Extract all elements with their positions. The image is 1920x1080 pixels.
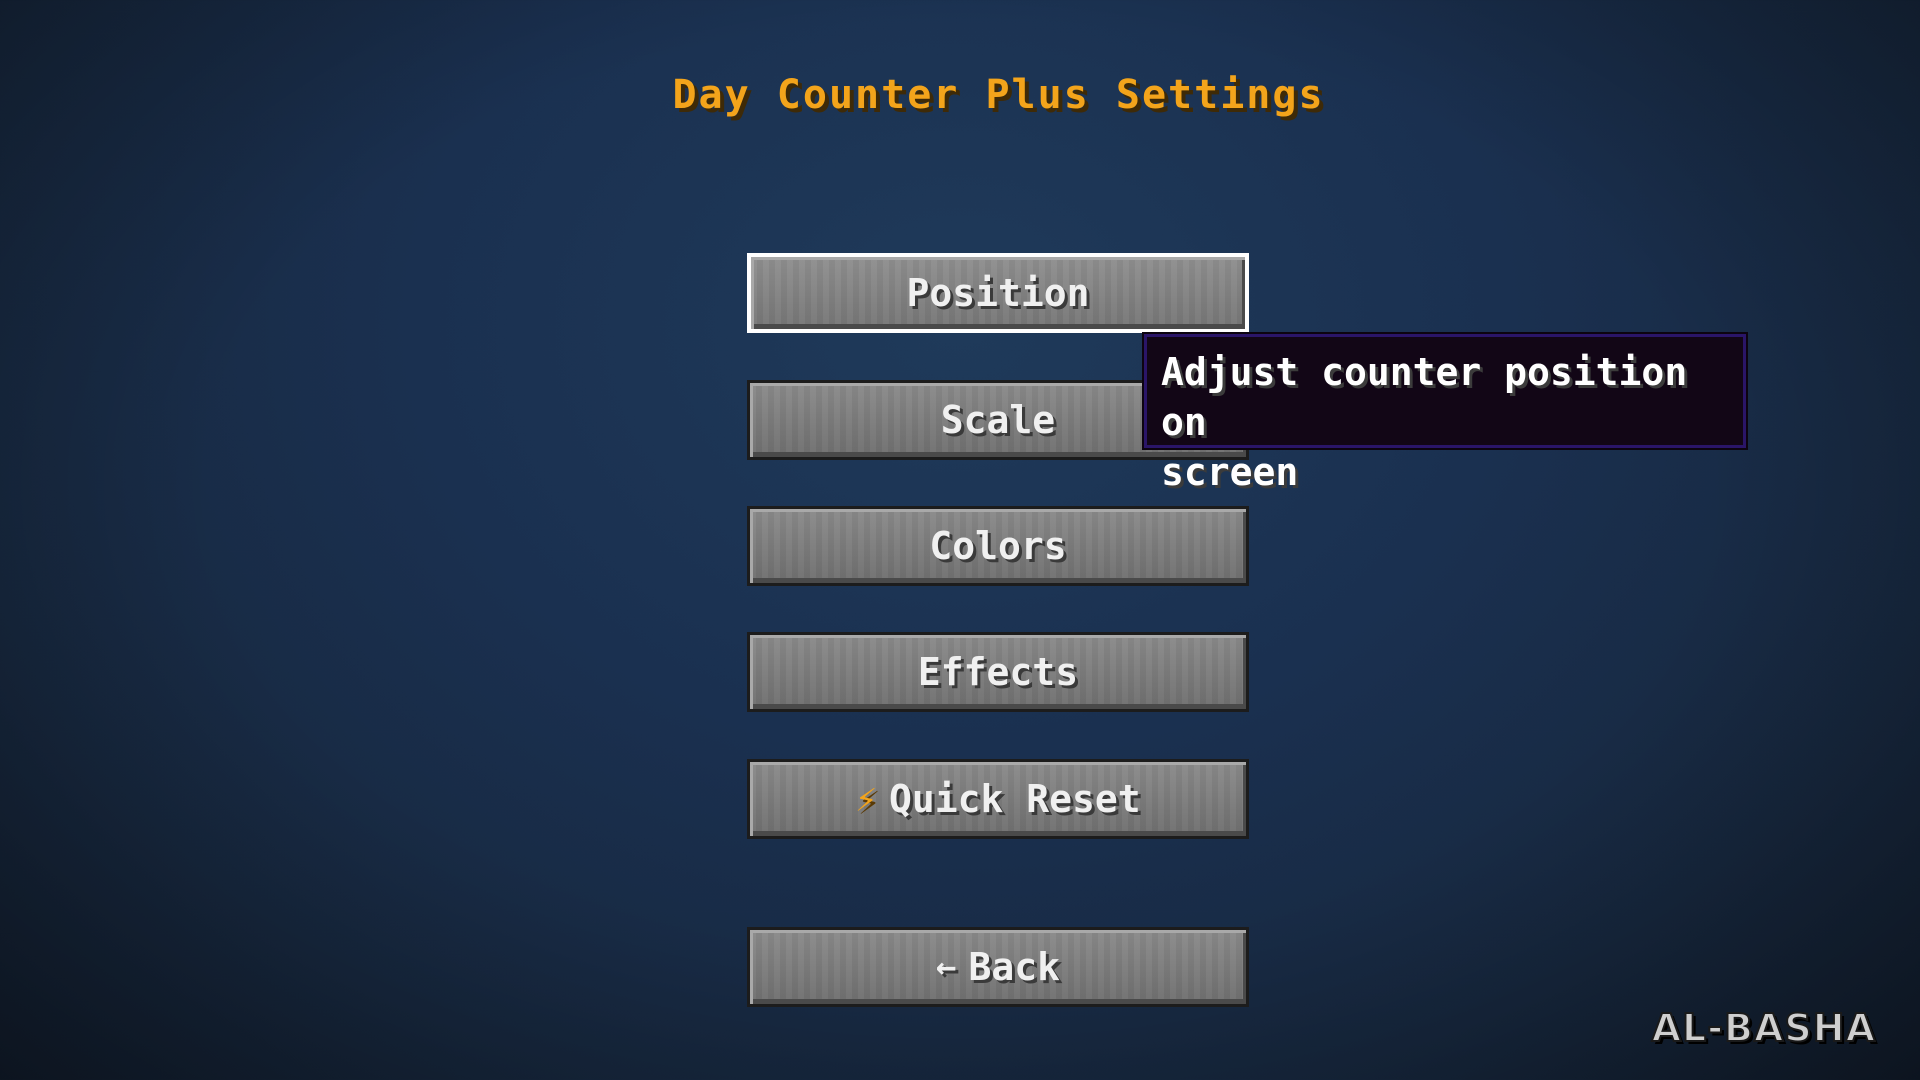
effects-button[interactable]: Effects: [747, 632, 1249, 712]
back-button[interactable]: ← Back: [747, 927, 1249, 1007]
quick-reset-button-label: Quick Reset: [889, 777, 1141, 821]
quick-reset-button[interactable]: ⚡ Quick Reset: [747, 759, 1249, 839]
position-button[interactable]: Position: [747, 253, 1249, 333]
arrow-left-icon: ←: [936, 947, 957, 987]
page-title: Day Counter Plus Settings: [672, 72, 1325, 118]
colors-button-label: Colors: [929, 524, 1067, 568]
position-tooltip: Adjust counter position on screen: [1142, 332, 1748, 494]
colors-button[interactable]: Colors: [747, 506, 1249, 586]
watermark-logo: AL-BASHA: [1651, 1005, 1876, 1051]
tooltip-text-line1: Adjust counter position on: [1161, 350, 1688, 444]
scale-button-label: Scale: [940, 398, 1056, 442]
lightning-bolt-icon: ⚡: [855, 778, 877, 820]
tooltip-text-line2: screen: [1161, 450, 1299, 494]
effects-button-label: Effects: [917, 650, 1079, 694]
back-button-label: Back: [968, 945, 1060, 989]
position-button-label: Position: [906, 271, 1090, 315]
